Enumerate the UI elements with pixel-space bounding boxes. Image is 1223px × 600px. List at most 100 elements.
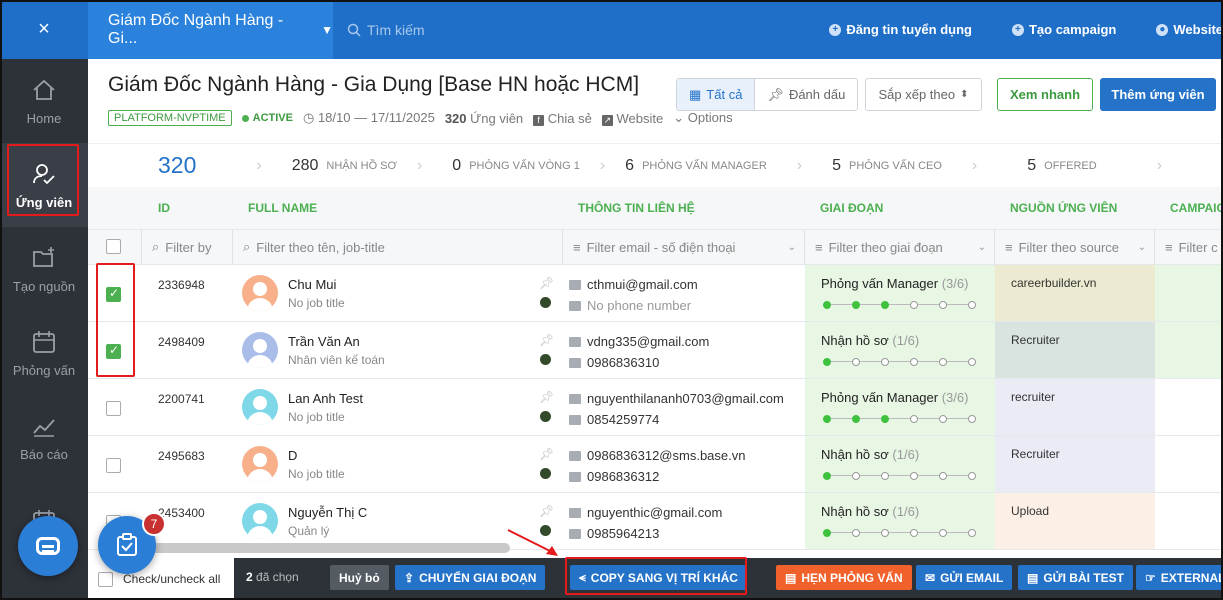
stage-total[interactable]: 320 [158, 152, 196, 179]
candidate-name[interactable]: D [288, 448, 297, 463]
source-cell: Recruiter [995, 322, 1155, 378]
add-candidate-button[interactable]: Thêm ứng viên [1100, 78, 1216, 111]
column-header-stage[interactable]: GIAI ĐOẠN [820, 187, 883, 229]
row-checkbox[interactable] [106, 458, 121, 473]
job-selector[interactable]: Giám Đốc Ngành Hàng - Gi... ▼ [88, 0, 333, 59]
avatar[interactable] [242, 503, 278, 539]
chat-button[interactable] [18, 516, 78, 576]
column-header-name[interactable]: FULL NAME [248, 187, 317, 229]
quick-view-button[interactable]: Xem nhanh [997, 78, 1093, 111]
column-header-id[interactable]: ID [158, 187, 170, 229]
avatar[interactable] [242, 332, 278, 368]
select-all-checkbox[interactable] [106, 239, 121, 254]
row-checkbox[interactable] [106, 401, 121, 416]
contact-email[interactable]: vdng335@gmail.com [569, 334, 709, 349]
stage-progress [823, 529, 976, 537]
pin-icon[interactable]: 📌︎ [539, 333, 554, 347]
sidebar-item-sourcing[interactable]: Tạo nguồn [0, 227, 88, 311]
stage-item[interactable]: 6 Phỏng vấn manager [625, 157, 767, 175]
create-campaign-link[interactable]: + Tạo campaign [1011, 22, 1116, 37]
contact-email[interactable]: nguyenthilananh0703@gmail.com [569, 391, 784, 406]
filter-source-input[interactable]: ≡ Filter theo source ⌄ [995, 229, 1155, 265]
contact-phone[interactable]: 0986836312 [569, 469, 659, 484]
candidate-name[interactable]: Trần Văn An [288, 334, 360, 349]
sort-dropdown[interactable]: Sắp xếp theo ⬍ [865, 78, 982, 111]
options-dropdown[interactable]: ⌄ Options [673, 110, 732, 126]
table-row[interactable]: 2336948 Chu Mui No job title 📌︎ cthmui@gmail… [88, 265, 1223, 322]
table-row[interactable]: 2200741 Lan Anh Test No job title 📌︎ nguyent… [88, 379, 1223, 436]
candidate-count-number: 320 [444, 110, 467, 126]
contact-phone[interactable]: 0985964213 [569, 526, 659, 541]
schedule-interview-button[interactable]: ▤ HẸN PHỎNG VẤN [776, 565, 912, 590]
external-button[interactable]: ☞ EXTERNAL [1136, 565, 1223, 590]
stage-label: Phỏng vấn manager [642, 159, 767, 172]
selected-count-number: 2 [246, 570, 253, 584]
filter-marked-button[interactable]: 📌︎ Đánh dấu [755, 79, 858, 110]
stage-step-dot [939, 301, 947, 309]
candidate-name[interactable]: Nguyễn Thị C [288, 505, 367, 520]
avatar[interactable] [242, 446, 278, 482]
post-job-link[interactable]: + Đăng tin tuyển dụng [829, 22, 972, 37]
filter-name-input[interactable]: ⌕ Filter theo tên, job-title [233, 229, 563, 265]
send-email-button[interactable]: ✉ GỬI EMAIL [916, 565, 1013, 590]
sidebar-item-home[interactable]: Home [0, 59, 88, 143]
filter-id-input[interactable]: ⌕ Filter by [142, 229, 233, 265]
stage-cell[interactable]: Phỏng vấn Manager (3/6) [805, 379, 995, 435]
pin-icon[interactable]: 📌︎ [539, 276, 554, 290]
contact-email[interactable]: nguyenthic@gmail.com [569, 505, 722, 520]
stage-item[interactable]: 0 Phỏng vấn vòng 1 [452, 157, 580, 175]
stage-cell[interactable]: Nhận hồ sơ (1/6) [805, 493, 995, 549]
contact-email[interactable]: cthmui@gmail.com [569, 277, 698, 292]
stage-cell[interactable]: Nhận hồ sơ (1/6) [805, 436, 995, 492]
contact-phone[interactable]: No phone number [569, 298, 691, 313]
sidebar-item-label: Báo cáo [20, 446, 68, 462]
table-row[interactable]: 2498409 Trần Văn An Nhân viên kế toán 📌︎ vdn… [88, 322, 1223, 379]
column-header-contact[interactable]: THÔNG TIN LIÊN HỆ [578, 187, 695, 229]
stage-item[interactable]: 5 Offered [1027, 157, 1096, 175]
job-selector-label: Giám Đốc Ngành Hàng - Gi... [108, 11, 284, 47]
check-all-checkbox[interactable] [98, 571, 113, 587]
filter-contact-input[interactable]: ≡ Filter email - số điện thoại ⌄ [563, 229, 805, 265]
pin-icon[interactable]: 📌︎ [539, 390, 554, 404]
column-header-campaign[interactable]: CAMPAIGN [1170, 187, 1223, 229]
email-text: vdng335@gmail.com [587, 334, 710, 349]
share-link[interactable]: f Chia sẻ [533, 111, 592, 126]
close-icon[interactable]: × [0, 0, 88, 59]
stage-item[interactable]: 280 Nhận hồ sơ [292, 157, 397, 175]
filter-campaign-input[interactable]: ≡ Filter c [1155, 229, 1223, 265]
horizontal-scrollbar[interactable] [146, 543, 510, 553]
stage-cell[interactable]: Nhận hồ sơ (1/6) [805, 322, 995, 378]
stage-label: Phỏng vấn vòng 1 [469, 159, 580, 172]
search-box[interactable]: Tìm kiếm [347, 0, 425, 59]
sidebar-item-interviews[interactable]: Phỏng vấn [0, 311, 88, 395]
options-label: Options [687, 110, 733, 125]
website-link[interactable]: ● Website [1156, 22, 1223, 37]
contact-email[interactable]: 0986836312@sms.base.vn [569, 448, 745, 463]
stage-step-dot [823, 472, 831, 480]
status-dot-icon [241, 114, 249, 122]
phone-icon [569, 528, 581, 539]
pin-icon[interactable]: 📌︎ [539, 504, 554, 518]
table-row[interactable]: 2453400 Nguyễn Thị C Quản lý 📌︎ nguyenthic@g… [88, 493, 1223, 550]
table-row[interactable]: 2495683 D No job title 📌︎ 0986836312@sms.bas… [88, 436, 1223, 493]
avatar[interactable] [242, 275, 278, 311]
cancel-selection-button[interactable]: Huỷ bỏ [330, 565, 389, 590]
avatar[interactable] [242, 389, 278, 425]
highlight-box [96, 263, 135, 377]
contact-phone[interactable]: 0854259774 [569, 412, 659, 427]
sidebar-item-reports[interactable]: Báo cáo [0, 395, 88, 479]
stage-step-dot [881, 529, 889, 537]
contact-phone[interactable]: 0986836310 [569, 355, 659, 370]
filter-stage-input[interactable]: ≡ Filter theo giai đoạn ⌄ [805, 229, 995, 265]
stage-item[interactable]: 5 Phỏng vấn CEO [832, 157, 942, 175]
move-stage-button[interactable]: ⇪ CHUYỂN GIAI ĐOẠN [395, 565, 546, 590]
stage-cell[interactable]: Phỏng vấn Manager (3/6) [805, 265, 995, 321]
filter-all-button[interactable]: ▦ Tất cả [677, 79, 756, 110]
candidate-name[interactable]: Chu Mui [288, 277, 336, 292]
pin-icon[interactable]: 📌︎ [539, 447, 554, 461]
website-link[interactable]: ↗ Website [601, 111, 663, 126]
send-test-button[interactable]: ▤ GỬI BÀI TEST [1018, 565, 1133, 590]
sidebar-item-label: Phỏng vấn [12, 362, 76, 378]
candidate-name[interactable]: Lan Anh Test [288, 391, 363, 406]
column-header-source[interactable]: NGUỒN ỨNG VIÊN [1010, 187, 1117, 229]
